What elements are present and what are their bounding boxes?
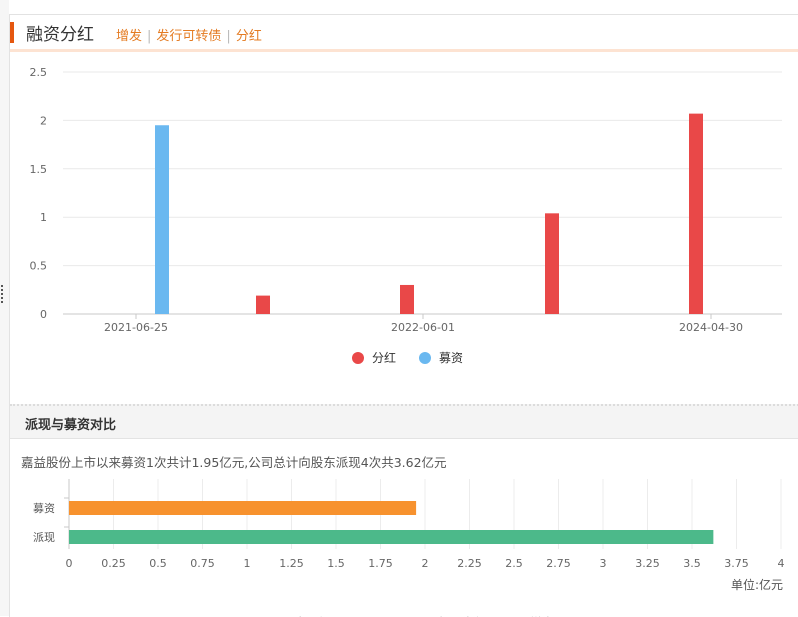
fundraise-total-bar [69,501,417,515]
x-tick-label: 3.75 [724,557,749,570]
left-strip [0,0,9,616]
x-tick-label: 1.25 [279,557,304,570]
y-tick-label: 2 [40,114,47,127]
link-separator: | [226,29,231,44]
x-tick-label: 1 [244,557,251,570]
link-separator: | [147,29,152,44]
x-tick-label: 2021-06-25 [104,321,168,334]
dividend-bar [400,284,414,314]
x-tick-label: 3.5 [683,557,701,570]
legend-marker [419,352,431,364]
link-additional-issue[interactable]: 增发 [116,29,142,44]
legend-label: 分红 [372,350,396,365]
x-tick-label: 2.75 [546,557,571,570]
resize-handle[interactable] [1,285,8,307]
header-accent-bar [10,22,14,43]
legend-marker [352,352,364,364]
comparison-section-title: 派现与募资对比 [25,418,117,433]
x-tick-label: 3 [600,557,607,570]
panel-header: 融资分红 增发 | 发行可转债 | 分红 [10,15,798,52]
x-tick-label: 2024-04-30 [679,321,743,334]
y-tick-label: 1.5 [30,163,48,176]
cash-dividend-total-bar [69,530,714,544]
y-tick-label: 1 [40,211,47,224]
fundraise-bar [155,125,169,315]
x-tick-label: 1.5 [327,557,345,570]
legend-label: 募资 [439,351,463,365]
x-tick-label: 2.25 [457,557,482,570]
x-tick-label: 3.25 [635,557,660,570]
link-convertible-bond[interactable]: 发行可转债 [156,29,221,44]
dividend-bar [545,213,559,314]
y-category-label: 派现 [33,531,55,544]
x-tick-label: 0.25 [101,557,126,570]
history-bar-chart: 0 0.5 1 1.5 2 2.5 2021-06-25 2022-06-01 2024-04-… [30,66,782,365]
y-tick-label: 0.5 [30,260,48,273]
y-tick-label: 2.5 [30,66,48,79]
x-tick-label: 2 [422,557,429,570]
unit-label: 单位:亿元 [731,577,783,592]
x-tick-label: 1.75 [368,557,393,570]
header-links: 增发 | 发行可转债 | 分红 [116,25,262,44]
x-tick-label: 4 [778,557,785,570]
panel-title: 融资分红 [26,25,94,45]
x-tick-label: 2.5 [505,557,523,570]
link-dividend[interactable]: 分红 [236,29,262,44]
x-tick-label: 0.5 [149,557,167,570]
x-tick-label: 0.75 [190,557,215,570]
x-tick-label: 2022-06-01 [391,321,455,334]
finance-dividend-panel: 融资分红 增发 | 发行可转债 | 分红 0 0.5 1 1.5 2 2.5 2021-06-25 2… [9,14,798,617]
comparison-section-header: 派现与募资对比 [10,404,798,439]
dividend-bar [256,295,270,314]
dividend-bar [689,113,703,315]
y-category-label: 募资 [33,502,55,515]
comparison-bar-chart: 0 0.25 0.5 0.75 1 1.25 1.5 1.75 2 2.25 2.5 2.75 3 3.2… [33,479,785,617]
x-tick-label: 0 [66,557,73,570]
y-tick-label: 0 [40,308,47,321]
